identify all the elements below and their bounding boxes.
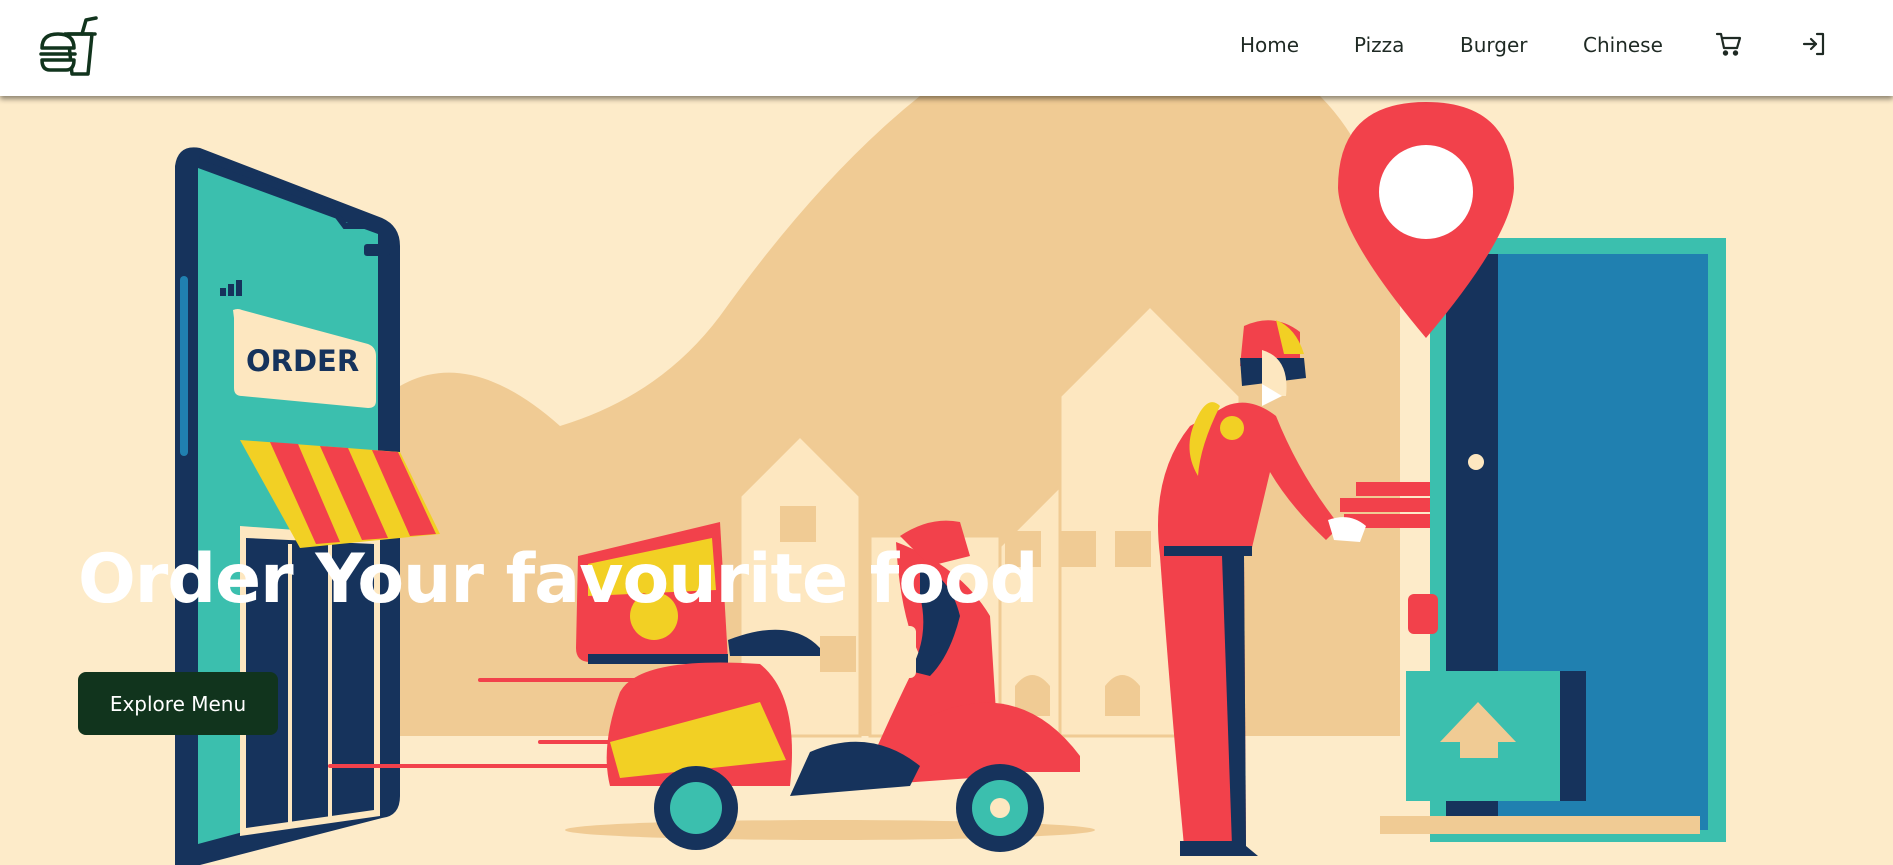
- explore-menu-button[interactable]: Explore Menu: [78, 672, 278, 735]
- cart-icon[interactable]: [1715, 30, 1743, 58]
- nav-link-home[interactable]: Home: [1240, 33, 1299, 57]
- login-icon[interactable]: [1800, 30, 1828, 58]
- nav-link-chinese[interactable]: Chinese: [1583, 33, 1663, 57]
- nav-link-pizza[interactable]: Pizza: [1354, 33, 1404, 57]
- burger-drink-logo-icon[interactable]: [38, 16, 100, 78]
- delivery-illustration: ORDER: [175, 96, 1726, 865]
- hero-section: ORDER Order Your favourite food Explore …: [0, 96, 1893, 865]
- navbar: Home Pizza Burger Chinese: [0, 0, 1893, 96]
- nav-link-burger[interactable]: Burger: [1460, 33, 1528, 57]
- phone-order-sign: ORDER: [246, 344, 359, 378]
- hero-title: Order Your favourite food: [78, 540, 1038, 619]
- landing-page: Home Pizza Burger Chinese ORDER Order Yo…: [0, 0, 1893, 865]
